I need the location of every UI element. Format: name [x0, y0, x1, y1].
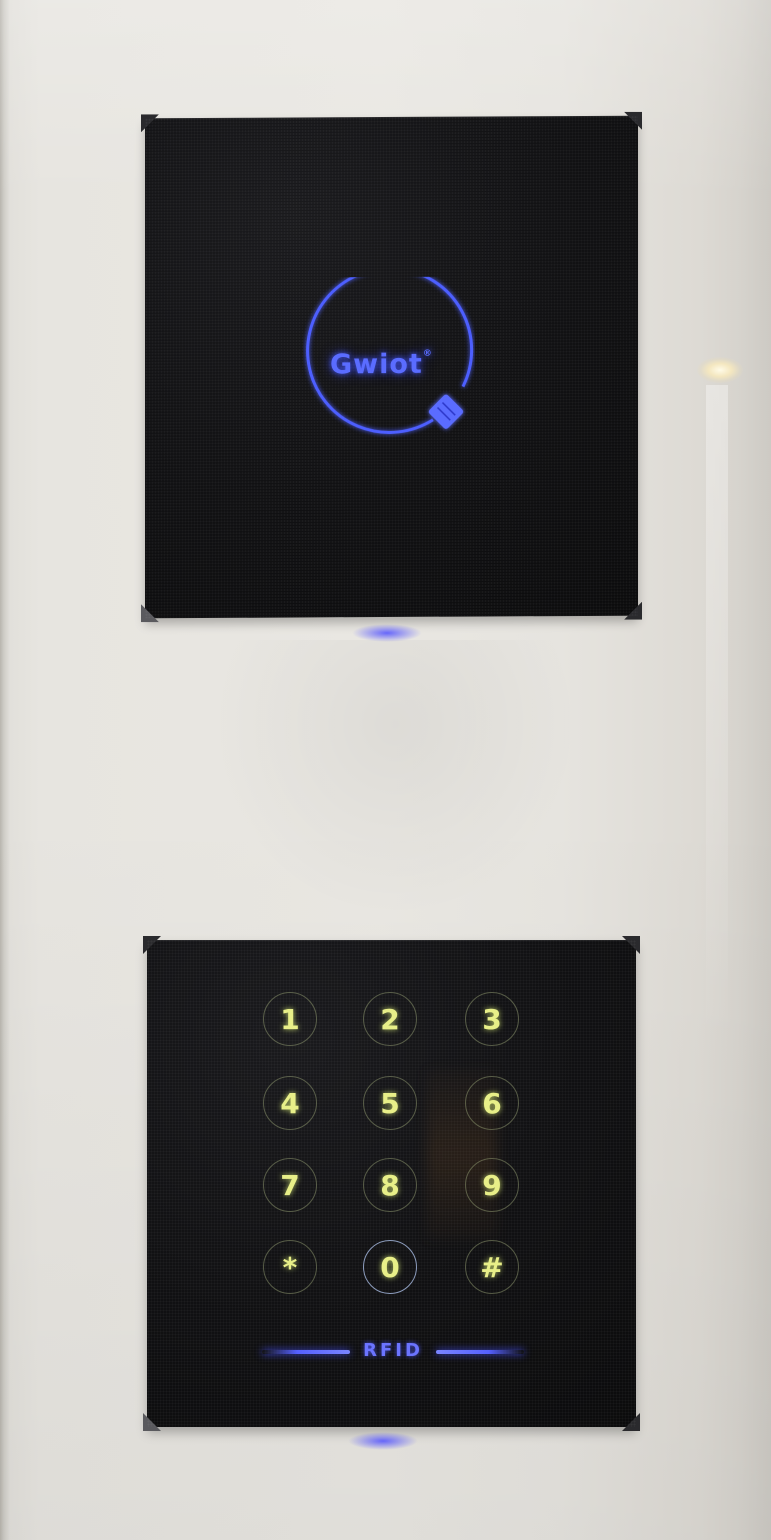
keypad-reader-panel[interactable]: 1 2 3 4 5 6 7 8 9 * 0 # RFID	[143, 936, 640, 1431]
key-star[interactable]: *	[263, 1240, 317, 1294]
brand-logo-text: Gwiot	[330, 348, 423, 381]
corner-cap	[622, 936, 640, 954]
card-tap-icon	[428, 394, 464, 429]
key-9[interactable]: 9	[465, 1158, 519, 1212]
key-7[interactable]: 7	[263, 1158, 317, 1212]
brand-logo: Gwiot®	[330, 349, 460, 381]
light-streak	[706, 385, 728, 1485]
key-5[interactable]: 5	[363, 1076, 417, 1130]
key-3[interactable]: 3	[465, 992, 519, 1046]
key-8[interactable]: 8	[363, 1158, 417, 1212]
key-6[interactable]: 6	[465, 1076, 519, 1130]
rfid-light-left	[262, 1350, 350, 1354]
wall-light-reflection	[697, 357, 743, 383]
card-reader-panel[interactable]: Gwiot®	[145, 116, 638, 619]
registered-mark: ®	[422, 348, 433, 359]
key-0[interactable]: 0	[363, 1240, 417, 1294]
rfid-light-right	[436, 1350, 524, 1354]
status-led-glow	[348, 1432, 418, 1450]
rfid-label: RFID	[363, 1340, 423, 1361]
key-hash[interactable]: #	[465, 1240, 519, 1294]
wall-reflection	[210, 640, 580, 920]
key-1[interactable]: 1	[263, 992, 317, 1046]
key-4[interactable]: 4	[263, 1076, 317, 1130]
rfid-indicator: RFID	[262, 1340, 524, 1364]
key-2[interactable]: 2	[363, 992, 417, 1046]
status-led-glow	[352, 624, 422, 642]
